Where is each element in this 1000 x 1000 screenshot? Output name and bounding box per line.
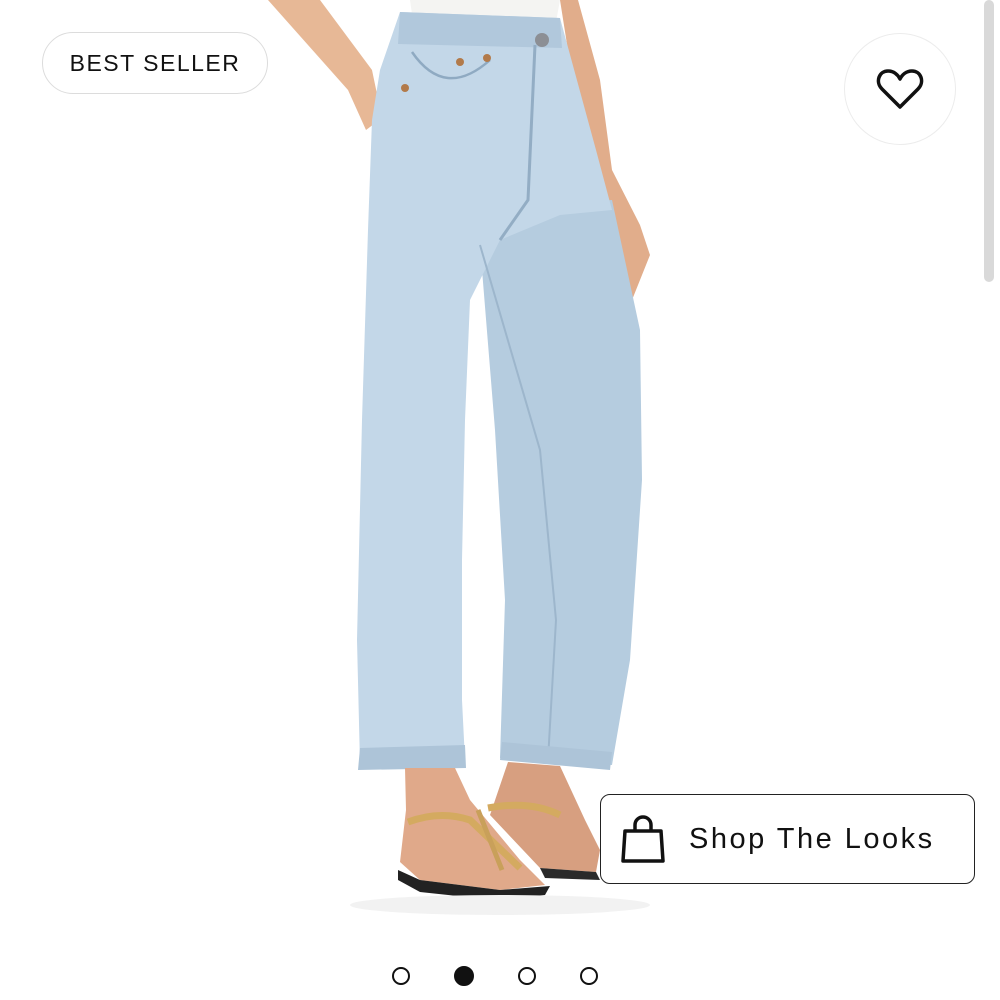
carousel-dot-2[interactable] (454, 966, 474, 986)
heart-icon (876, 69, 924, 109)
shop-the-looks-button[interactable]: Shop The Looks (600, 794, 975, 884)
best-seller-badge: BEST SELLER (42, 32, 268, 94)
jeans-back-leg (480, 200, 642, 765)
carousel-dot-1[interactable] (392, 967, 410, 985)
product-image (268, 0, 650, 915)
best-seller-label: BEST SELLER (69, 49, 241, 76)
model-hand-left (268, 0, 382, 130)
carousel-pagination (392, 966, 598, 986)
carousel-dot-3[interactable] (518, 967, 536, 985)
wishlist-button[interactable] (844, 33, 956, 145)
page-scrollbar[interactable] (984, 0, 994, 282)
shopping-bag-icon (621, 813, 669, 865)
carousel-dot-4[interactable] (580, 967, 598, 985)
shop-the-looks-label: Shop The Looks (689, 822, 935, 855)
